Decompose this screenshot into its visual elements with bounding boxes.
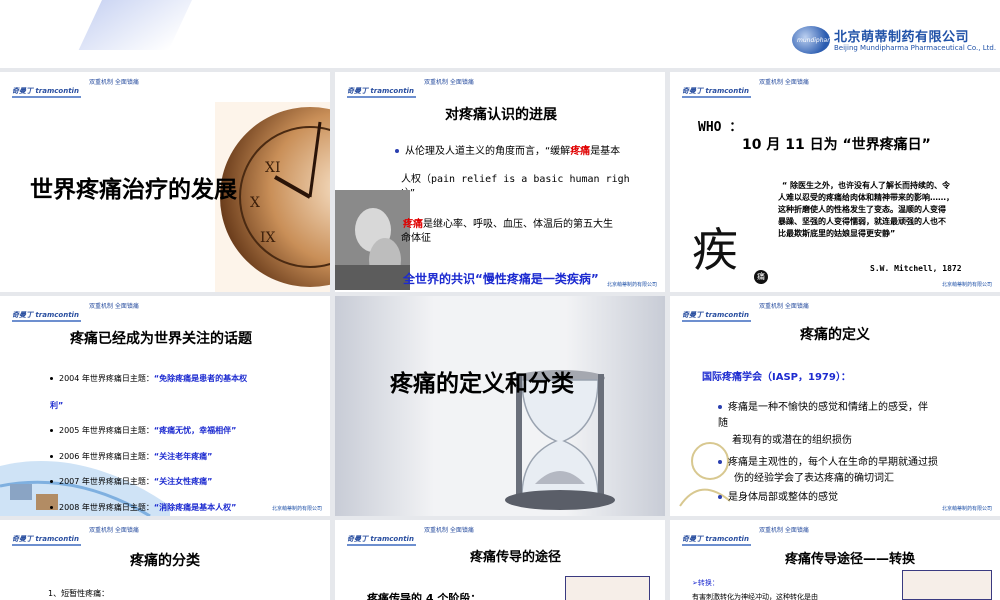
slide-header: 奇曼丁 tramcontin双重机制 全面镇痛 xyxy=(347,526,474,546)
slide-thumbnail-4[interactable]: 奇曼丁 tramcontin双重机制 全面镇痛 疼痛已经成为世界关注的话题 20… xyxy=(0,296,330,516)
bullet-line: 疼痛是主观性的，每个人在生命的早期就通过损 xyxy=(718,453,938,468)
svg-text:IX: IX xyxy=(260,230,276,246)
org-label: 国际疼痛学会（IASP，1979）： xyxy=(702,372,851,383)
top-banner: mundipharma 北京萌蒂制药有限公司 Beijing Mundiphar… xyxy=(0,0,1000,68)
pain-photo xyxy=(335,190,410,290)
slide-title: 世界疼痛治疗的发展 xyxy=(30,177,237,203)
decorative-streak xyxy=(78,0,202,50)
bullet-line: 人权（pain relief is a basic human righ xyxy=(401,174,630,185)
slide-header: 奇曼丁 tramcontin双重机制 全面镇痛 xyxy=(12,526,139,546)
slide-thumbnail-9[interactable]: 奇曼丁 tramcontin双重机制 全面镇痛 疼痛传导途径——转换 ➢转换： … xyxy=(670,520,1000,600)
bullet-line: 是身体局部或整体的感觉 xyxy=(718,488,838,503)
list-item: 2004 年世界疼痛日主题：“免除疼痛是患者的基本权 xyxy=(50,373,247,384)
slide-thumbnail-7[interactable]: 奇曼丁 tramcontin双重机制 全面镇痛 疼痛的分类 1、短暂性疼痛： xyxy=(0,520,330,600)
stage-label: 疼痛传导的 4 个阶段： xyxy=(367,592,482,600)
bullet-line: 疼痛是一种不愉快的感觉和情绪上的感受，伴 xyxy=(718,398,928,413)
calligraphy-character: 疾 xyxy=(692,223,738,277)
list-item: 2008 年世界疼痛日主题：“消除疼痛是基本人权” xyxy=(50,502,236,513)
list-item: 2007 年世界疼痛日主题：“关注女性疼痛” xyxy=(50,476,212,487)
slide-title: 对疼痛认识的进展 xyxy=(445,107,557,123)
slide-title: 疼痛已经成为世界关注的话题 xyxy=(70,331,252,347)
slide-thumbnail-8[interactable]: 奇曼丁 tramcontin双重机制 全面镇痛 疼痛传导的途径 疼痛传导的 4 … xyxy=(335,520,665,600)
company-name-en: Beijing Mundipharma Pharmaceutical Co., … xyxy=(834,44,997,52)
slide-thumbnail-5[interactable]: 疼痛的定义和分类 xyxy=(335,296,665,516)
slide-title: 疼痛的定义 xyxy=(800,327,870,343)
slide-title: 疼痛的分类 xyxy=(130,553,200,569)
slide-header: 奇曼丁 tramcontin双重机制 全面镇痛 xyxy=(682,302,809,322)
svg-text:XI: XI xyxy=(265,160,281,176)
seal-stamp: 痛 xyxy=(754,270,768,284)
slide-thumbnail-2[interactable]: 奇曼丁 tramcontin双重机制 全面镇痛 对疼痛认识的进展 从伦理及人道主… xyxy=(335,72,665,292)
slide-header: 奇曼丁 tramcontin双重机制 全面镇痛 xyxy=(682,526,809,546)
svg-text:X: X xyxy=(250,195,260,211)
slide-header: 奇曼丁 tramcontin双重机制 全面镇痛 xyxy=(12,302,139,322)
slide-header: 奇曼丁 tramcontin双重机制 全面镇痛 xyxy=(682,78,809,98)
company-logo: mundipharma 北京萌蒂制药有限公司 Beijing Mundiphar… xyxy=(792,24,996,58)
bullet-line: 命体征 xyxy=(401,233,431,244)
list-item: 2005 年世界疼痛日主题：“疼痛无忧，幸福相伴” xyxy=(50,425,236,436)
quote-author: S.W. Mitchell, 1872 xyxy=(870,264,962,273)
slide-thumbnail-3[interactable]: 奇曼丁 tramcontin双重机制 全面镇痛 WHO ： 10 月 11 日为… xyxy=(670,72,1000,292)
slide-thumbnail-1[interactable]: 奇曼丁 tramcontin双重机制 全面镇痛 XI X IX 世界疼痛治疗的发… xyxy=(0,72,330,292)
slide-title: 疼痛传导的途径 xyxy=(470,550,562,565)
company-name-cn: 北京萌蒂制药有限公司 xyxy=(834,30,970,45)
bullet-line: 从伦理及人道主义的角度而言，“缓解疼痛是基本 xyxy=(395,142,620,157)
consensus-text: 全世界的共识“慢性疼痛是一类疾病” xyxy=(403,272,599,286)
slide-header: 奇曼丁 tramcontin双重机制 全面镇痛 xyxy=(12,78,139,98)
slide-thumbnail-6[interactable]: 奇曼丁 tramcontin双重机制 全面镇痛 疼痛的定义 国际疼痛学会（IAS… xyxy=(670,296,1000,516)
bullet-line: 疼痛是继心率、呼吸、血压、体温后的第五大生 xyxy=(403,219,613,230)
list-item: 2006 年世界疼痛日主题：“关注老年疼痛” xyxy=(50,451,212,462)
slide-title: 疼痛的定义和分类 xyxy=(390,371,574,397)
who-label: WHO ： xyxy=(698,120,743,135)
diagram-image xyxy=(902,570,992,600)
slide-title: 疼痛传导途径——转换 xyxy=(785,552,916,567)
slide-header: 奇曼丁 tramcontin双重机制 全面镇痛 xyxy=(347,78,474,98)
diagram-image xyxy=(565,576,650,600)
date-line: 10 月 11 日为 “世界疼痛日” xyxy=(742,137,931,153)
brand-logo: 奇曼丁 tramcontin xyxy=(12,87,81,98)
list-item: 1、短暂性疼痛： xyxy=(48,589,110,598)
globe-icon: mundipharma xyxy=(792,26,839,54)
